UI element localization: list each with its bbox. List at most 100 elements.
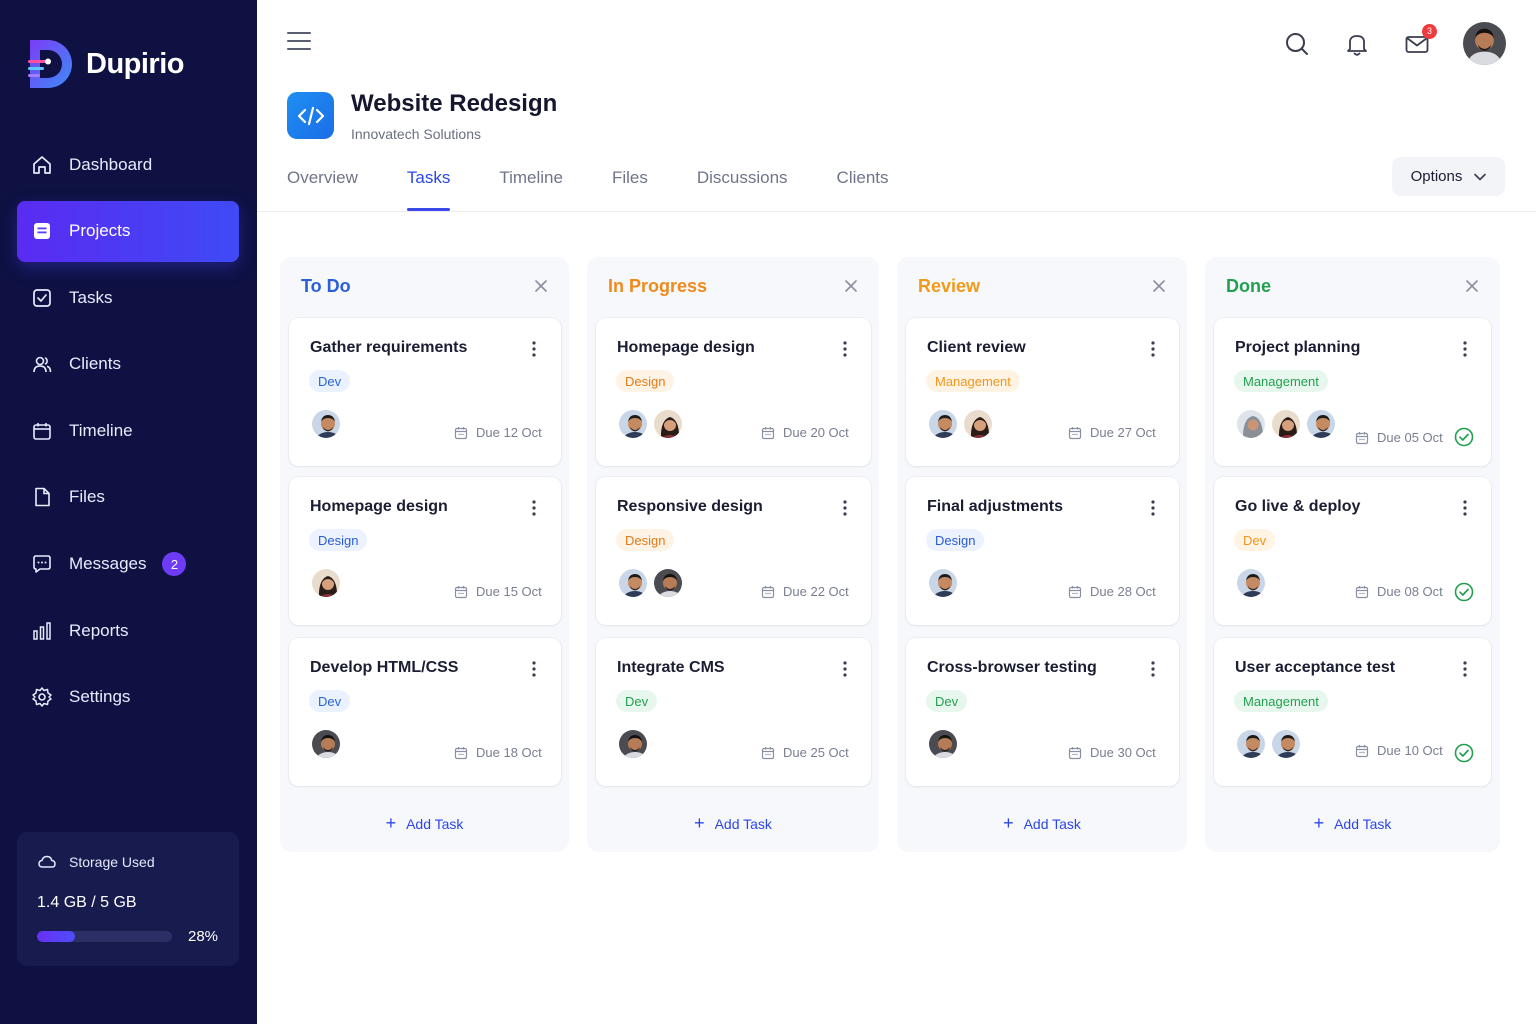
more-vertical-icon[interactable] — [841, 660, 849, 678]
calendar-icon — [1355, 744, 1369, 758]
task-card[interactable]: Responsive design Design Due 22 Oct — [596, 477, 871, 625]
add-task-button[interactable]: + Add Task — [587, 813, 879, 834]
column-title: Review — [918, 276, 981, 296]
due-date-text: Due 22 Oct — [783, 584, 849, 599]
task-card[interactable]: User acceptance test Management Due 10 O… — [1214, 638, 1491, 786]
tab-clients[interactable]: Clients — [837, 168, 889, 211]
more-vertical-icon[interactable] — [841, 340, 849, 358]
add-task-button[interactable]: + Add Task — [1205, 813, 1500, 834]
avatar — [962, 408, 994, 440]
task-card[interactable]: Final adjustments Design Due 28 Oct — [906, 477, 1179, 625]
sidebar-item-label: Projects — [69, 221, 131, 241]
tab-overview[interactable]: Overview — [287, 168, 358, 211]
task-card[interactable]: Homepage design Design Due 15 Oct — [289, 477, 561, 625]
calendar-icon — [454, 585, 468, 599]
task-card[interactable]: Cross-browser testing Dev Due 30 Oct — [906, 638, 1179, 786]
more-vertical-icon[interactable] — [530, 499, 538, 517]
user-avatar[interactable] — [1463, 22, 1506, 65]
sidebar-item-label: Reports — [69, 620, 129, 640]
storage-progress: 28% — [37, 928, 219, 945]
tab-files[interactable]: Files — [612, 168, 648, 211]
add-task-label: Add Task — [714, 815, 772, 832]
sidebar-item-clients[interactable]: Clients — [17, 334, 239, 395]
column-review: Review Client review Management Due 27 O… — [897, 257, 1187, 852]
assignee-avatars — [927, 728, 962, 760]
more-vertical-icon[interactable] — [530, 660, 538, 678]
more-vertical-icon[interactable] — [530, 340, 538, 358]
bell-icon[interactable] — [1343, 30, 1371, 58]
assignee-avatars — [617, 408, 687, 440]
more-vertical-icon[interactable] — [1461, 340, 1469, 358]
more-vertical-icon[interactable] — [1149, 499, 1157, 517]
calendar-icon — [761, 746, 775, 760]
sidebar-item-reports[interactable]: Reports — [17, 600, 239, 661]
sidebar-item-timeline[interactable]: Timeline — [17, 400, 239, 461]
column-title: Done — [1226, 276, 1271, 296]
avatar — [1305, 408, 1337, 440]
calendar-icon — [1068, 585, 1082, 599]
brand-logo[interactable]: Dupirio — [26, 38, 185, 90]
task-card[interactable]: Project planning Management Due 05 Oct — [1214, 318, 1491, 466]
close-icon[interactable] — [842, 277, 860, 295]
more-vertical-icon[interactable] — [841, 499, 849, 517]
calendar-icon — [761, 585, 775, 599]
avatar — [1235, 567, 1267, 599]
due-date: Due 12 Oct — [454, 425, 542, 440]
avatar — [617, 408, 649, 440]
due-date-text: Due 30 Oct — [1090, 745, 1156, 760]
add-task-button[interactable]: + Add Task — [897, 813, 1187, 834]
task-title: Client review — [927, 339, 1026, 356]
sidebar-item-projects[interactable]: Projects — [17, 200, 239, 262]
task-tag: Management — [926, 370, 1020, 392]
column-to-do: To Do Gather requirements Dev Due 12 Oct… — [280, 257, 569, 852]
avatar — [310, 408, 342, 440]
task-card[interactable]: Gather requirements Dev Due 12 Oct — [289, 318, 561, 466]
task-card[interactable]: Homepage design Design Due 20 Oct — [596, 318, 871, 466]
close-icon[interactable] — [1463, 277, 1481, 295]
due-date-text: Due 12 Oct — [476, 425, 542, 440]
more-vertical-icon[interactable] — [1461, 499, 1469, 517]
due-date-text: Due 05 Oct — [1377, 430, 1443, 445]
assignee-avatars — [310, 728, 345, 760]
task-card[interactable]: Integrate CMS Dev Due 25 Oct — [596, 638, 871, 786]
search-icon[interactable] — [1283, 30, 1311, 58]
avatar — [1235, 728, 1267, 760]
assignee-avatars — [927, 408, 997, 440]
mail-icon[interactable]: 3 — [1403, 23, 1437, 58]
sidebar-item-settings[interactable]: Settings — [17, 667, 239, 728]
sidebar: Dupirio Dashboard Projects Tasks Clients — [0, 0, 257, 1024]
task-tag: Design — [309, 529, 368, 551]
avatar — [1270, 728, 1302, 760]
menu-toggle-icon[interactable] — [287, 30, 311, 52]
more-vertical-icon[interactable] — [1149, 660, 1157, 678]
storage-panel: Storage Used 1.4 GB / 5 GB 28% — [17, 832, 239, 966]
task-card[interactable]: Client review Management Due 27 Oct — [906, 318, 1179, 466]
check-circle-icon — [1454, 427, 1474, 447]
sidebar-item-messages[interactable]: Messages 2 — [17, 534, 239, 595]
options-button[interactable]: Options — [1392, 157, 1505, 196]
tab-discussions[interactable]: Discussions — [697, 168, 788, 211]
tab-tasks[interactable]: Tasks — [406, 168, 451, 211]
add-task-button[interactable]: + Add Task — [280, 813, 569, 834]
sidebar-item-tasks[interactable]: Tasks — [17, 267, 239, 328]
close-icon[interactable] — [1150, 277, 1168, 295]
task-card[interactable]: Go live & deploy Dev Due 08 Oct — [1214, 477, 1491, 625]
page-title: Website Redesign — [351, 90, 558, 117]
sidebar-item-label: Messages — [69, 554, 147, 574]
calendar-icon — [454, 426, 468, 440]
tabs-divider — [257, 211, 1536, 212]
sidebar-item-files[interactable]: Files — [17, 467, 239, 528]
sidebar-item-label: Dashboard — [69, 154, 153, 174]
task-tag: Dev — [616, 690, 658, 712]
close-icon[interactable] — [532, 277, 550, 295]
sidebar-item-dashboard[interactable]: Dashboard — [17, 134, 239, 195]
more-vertical-icon[interactable] — [1149, 340, 1157, 358]
plus-icon: + — [694, 813, 705, 833]
options-label: Options — [1410, 168, 1463, 185]
more-vertical-icon[interactable] — [1461, 660, 1469, 678]
task-card[interactable]: Develop HTML/CSS Dev Due 18 Oct — [289, 638, 561, 786]
calendar-icon — [31, 420, 53, 442]
calendar-icon — [761, 426, 775, 440]
task-tag: Dev — [309, 370, 351, 392]
tab-timeline[interactable]: Timeline — [499, 168, 563, 211]
